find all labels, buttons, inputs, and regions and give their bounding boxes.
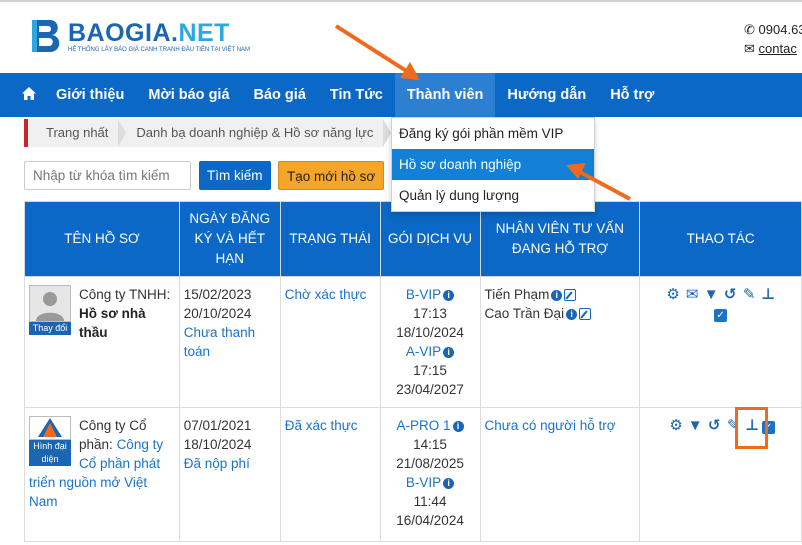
- info-icon[interactable]: i: [443, 346, 455, 358]
- phone-line[interactable]: ✆ 0904.63: [744, 20, 802, 39]
- col-header-actions: THAO TÁC: [639, 201, 802, 277]
- verify-status[interactable]: Đã xác thực: [285, 416, 376, 435]
- avatar-label[interactable]: Hình đại diện: [29, 440, 71, 466]
- avatar[interactable]: Thay đổi: [29, 285, 71, 335]
- cell-name: Thay đổi Công ty TNHH: Hồ sơ nhà thầu: [24, 276, 180, 408]
- package-date: 21/08/2025: [396, 456, 464, 471]
- staff-name: Cao Trần Đại: [484, 306, 565, 321]
- package-name[interactable]: B-VIP: [406, 287, 441, 302]
- sitemap-icon[interactable]: ⊥: [760, 287, 777, 303]
- edit-icon[interactable]: ✎: [741, 287, 758, 303]
- no-staff-text[interactable]: Chưa có người hỗ trợ: [485, 416, 636, 435]
- date-registered: 15/02/2023: [183, 287, 252, 302]
- cell-status: Đã xác thực: [279, 407, 381, 542]
- date-registered: 07/01/2021: [183, 418, 252, 433]
- edit-icon[interactable]: [564, 289, 577, 302]
- edit-icon[interactable]: [579, 308, 592, 321]
- cell-name: Hình đại diện Công ty Cổ phần: Công ty C…: [24, 407, 180, 542]
- package-date: 23/04/2027: [396, 382, 464, 397]
- breadcrumb-directory[interactable]: Danh bạ doanh nghiệp & Hồ sơ năng lực: [118, 119, 392, 147]
- search-button[interactable]: Tìm kiếm: [199, 161, 271, 190]
- envelope-icon[interactable]: ✉: [684, 287, 701, 303]
- cell-actions: ⚙ ✉ ▼ ↺ ✎ ⊥ ✓: [639, 276, 802, 408]
- package-time: 17:13: [413, 306, 447, 321]
- breadcrumb: Trang nhất Danh bạ doanh nghiệp & Hồ sơ …: [24, 119, 392, 147]
- nav-huong-dan[interactable]: Hướng dẫn: [495, 73, 598, 117]
- settings-icon[interactable]: ⚙: [665, 287, 682, 303]
- change-avatar-label[interactable]: Thay đổi: [29, 322, 71, 335]
- col-header-dates: NGÀY ĐĂNG KÝ VÀ HẾT HẠN: [178, 201, 281, 277]
- date-expired: 20/10/2024: [183, 306, 252, 321]
- top-border: [0, 0, 802, 2]
- cell-staff: Tiến Phạm i Cao Trần Đại i: [479, 276, 641, 408]
- col-header-name: TÊN HỒ SƠ: [24, 201, 180, 277]
- col-header-staff: NHÂN VIÊN TƯ VẤN ĐANG HỖ TRỢ: [479, 201, 641, 277]
- cell-package: A-PRO 1i 14:15 21/08/2025 B-VIP i 11:44 1…: [379, 407, 481, 542]
- arrow-to-menu-annotation: [566, 163, 631, 201]
- nav-moi-bao-gia[interactable]: Mời báo giá: [136, 73, 241, 117]
- package-time: 14:15: [413, 437, 447, 452]
- breadcrumb-home[interactable]: Trang nhất: [28, 119, 127, 147]
- info-icon[interactable]: i: [566, 308, 578, 320]
- info-icon[interactable]: i: [443, 289, 455, 301]
- package-name[interactable]: A-PRO 1: [397, 418, 451, 433]
- phone-icon: ✆: [744, 22, 755, 37]
- col-header-package: GÓI DỊCH VỤ: [379, 201, 481, 277]
- history-icon[interactable]: ↺: [706, 418, 723, 434]
- nav-bao-gia[interactable]: Báo giá: [242, 73, 318, 117]
- cell-dates: 15/02/2023 20/10/2024 Chưa thanh toán: [178, 276, 281, 408]
- menu-item-vip-package[interactable]: Đăng ký gói phần mềm VIP: [392, 118, 594, 149]
- staff-name: Tiến Phạm: [484, 287, 550, 302]
- cell-status: Chờ xác thực: [279, 276, 381, 408]
- history-icon[interactable]: ↺: [722, 287, 739, 303]
- nav-ho-tro[interactable]: Hỗ trợ: [598, 73, 666, 117]
- table-row: Hình đại diện Công ty Cổ phần: Công ty C…: [24, 407, 802, 542]
- cell-dates: 07/01/2021 18/10/2024 Đã nộp phí: [178, 407, 281, 542]
- cell-actions: ⚙ ▼ ↺ ✎ ⊥ ✓: [639, 407, 802, 542]
- search-input[interactable]: [24, 161, 191, 190]
- package-date: 18/10/2024: [396, 325, 464, 340]
- nav-gioi-thieu[interactable]: Giới thiệu: [44, 73, 136, 117]
- sitemap-highlight-box: [735, 407, 768, 449]
- nav-home[interactable]: [0, 73, 44, 117]
- table-row: Thay đổi Công ty TNHH: Hồ sơ nhà thầu 15…: [24, 276, 802, 408]
- arrow-to-nav-annotation: [334, 24, 420, 80]
- package-name[interactable]: B-VIP: [406, 475, 441, 490]
- envelope-icon: ✉: [744, 41, 755, 56]
- logo-name: BAOGIA.NET: [68, 18, 230, 47]
- verify-status[interactable]: Chờ xác thực: [285, 285, 376, 304]
- cell-package: B-VIP i 17:13 18/10/2024 A-VIP i 17:15 23/…: [379, 276, 481, 408]
- info-icon[interactable]: i: [551, 289, 563, 301]
- package-time: 11:44: [413, 494, 447, 509]
- info-icon[interactable]: i: [452, 420, 464, 432]
- logo-mark-icon: [30, 18, 64, 54]
- col-header-status: TRẠNG THÁI: [279, 201, 381, 277]
- filter-icon[interactable]: ▼: [703, 287, 720, 303]
- home-icon: [22, 87, 36, 100]
- settings-icon[interactable]: ⚙: [668, 418, 685, 434]
- logo-tagline: HỆ THỐNG LẤY BÁO GIÁ CẠNH TRANH ĐẦU TIÊN…: [68, 46, 251, 53]
- create-profile-button[interactable]: Tạo mới hồ sơ: [278, 161, 385, 190]
- package-name[interactable]: A-VIP: [406, 344, 441, 359]
- payment-status[interactable]: Chưa thanh toán: [184, 323, 276, 361]
- contact-line[interactable]: ✉ contac: [744, 39, 802, 58]
- info-icon[interactable]: i: [443, 477, 455, 489]
- company-logo-icon: [29, 416, 71, 440]
- date-expired: 18/10/2024: [183, 437, 252, 452]
- cell-staff: Chưa có người hỗ trợ: [479, 407, 641, 542]
- payment-status[interactable]: Đã nộp phí: [184, 454, 276, 473]
- table-header-row: TÊN HỒ SƠ NGÀY ĐĂNG KÝ VÀ HẾT HẠN TRẠNG …: [24, 201, 802, 277]
- filter-icon[interactable]: ▼: [687, 418, 704, 434]
- checkbox-icon[interactable]: ✓: [714, 309, 728, 322]
- header-contact: ✆ 0904.63 ✉ contac: [744, 20, 802, 58]
- avatar[interactable]: Hình đại diện: [29, 416, 71, 466]
- person-placeholder-icon: [29, 285, 71, 322]
- profiles-table: TÊN HỒ SƠ NGÀY ĐĂNG KÝ VÀ HẾT HẠN TRẠNG …: [24, 201, 802, 542]
- site-logo[interactable]: BAOGIA.NET HỆ THỐNG LẤY BÁO GIÁ CẠNH TRA…: [30, 18, 250, 54]
- package-date: 16/04/2024: [396, 513, 464, 528]
- package-time: 17:15: [413, 363, 447, 378]
